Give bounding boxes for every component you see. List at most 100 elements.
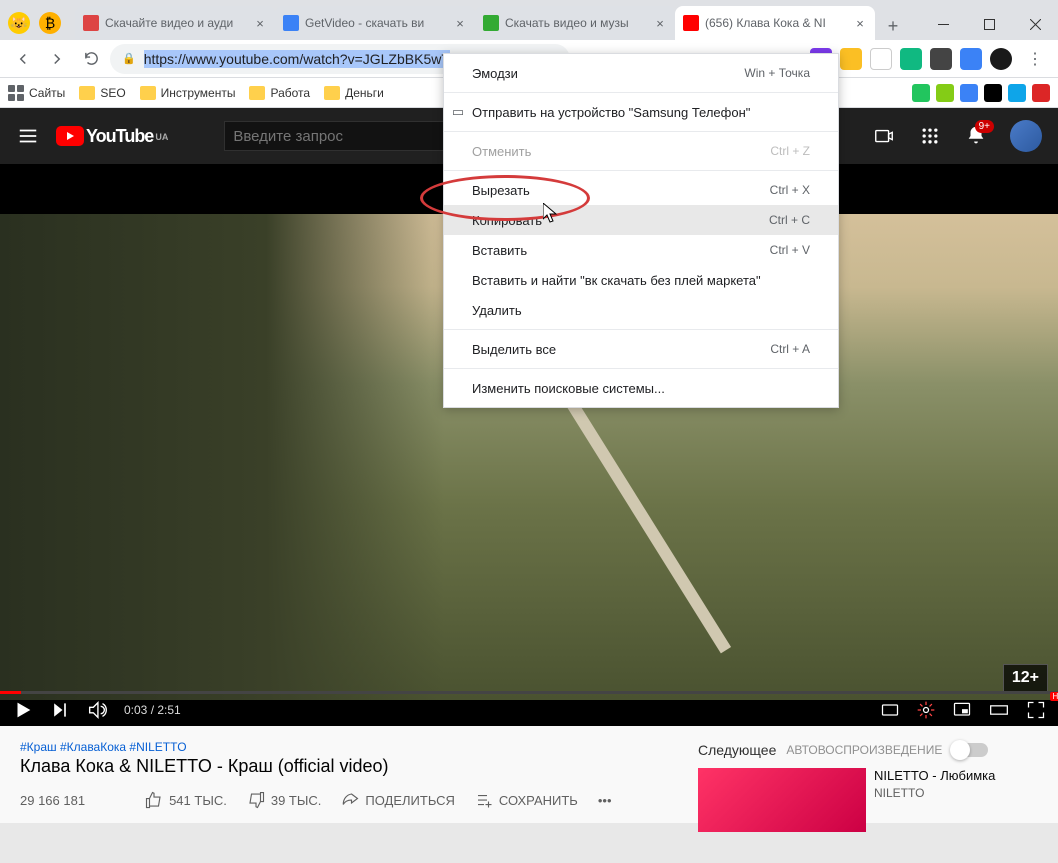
context-menu: Эмодзи Win + Точка ▭ Отправить на устрой… — [443, 53, 839, 408]
theater-icon[interactable] — [988, 700, 1010, 720]
menu-item-search-engines[interactable]: Изменить поисковые системы... — [444, 373, 838, 403]
bookmark-icon[interactable] — [936, 84, 954, 102]
bookmark-icon[interactable] — [1032, 84, 1050, 102]
folder-icon — [140, 86, 156, 100]
video-thumbnail — [698, 768, 866, 832]
browser-tab[interactable]: GetVideo - скачать ви × — [275, 6, 475, 40]
folder-icon — [249, 86, 265, 100]
close-icon[interactable]: × — [453, 16, 467, 30]
tab-title: GetVideo - скачать ви — [305, 16, 447, 30]
autoplay-label: АВТОВОСПРОИЗВЕДЕНИЕ — [786, 743, 942, 757]
chrome-menu-icon[interactable]: ⋮ — [1020, 44, 1050, 74]
bookmark-folder[interactable]: Деньги — [324, 86, 384, 100]
lock-icon: 🔒 — [122, 52, 136, 65]
profile-icon[interactable] — [990, 48, 1012, 70]
bookmark-icon[interactable] — [984, 84, 1002, 102]
next-video-title: NILETTO - Любимка — [874, 768, 995, 784]
browser-tab-active[interactable]: (656) Клава Кока & NI × — [675, 6, 875, 40]
bookmark-icon[interactable] — [1008, 84, 1026, 102]
pinned-icon[interactable]: 😺 — [8, 12, 30, 34]
menu-item-select-all[interactable]: Выделить все Ctrl + A — [444, 334, 838, 364]
up-next-heading: Следующее — [698, 742, 776, 758]
menu-item-paste-and-search[interactable]: Вставить и найти "вк скачать без плей ма… — [444, 265, 838, 295]
autoplay-toggle[interactable] — [952, 743, 988, 757]
apps-button[interactable]: Сайты — [8, 85, 65, 101]
back-button[interactable] — [8, 44, 38, 74]
menu-item-copy[interactable]: Копировать Ctrl + C — [444, 205, 838, 235]
url-text: https://www.youtube.com/watch?v=JGLZbBK5… — [144, 50, 450, 68]
new-tab-button[interactable]: + — [879, 12, 907, 40]
create-icon[interactable] — [872, 124, 896, 148]
tab-title: Скачать видео и музы — [505, 16, 647, 30]
youtube-brand-text: YouTube — [86, 126, 153, 147]
extension-icon[interactable] — [870, 48, 892, 70]
player-controls: 0:03 / 2:51 HD — [0, 694, 1058, 726]
menu-item-cut[interactable]: Вырезать Ctrl + X — [444, 175, 838, 205]
bookmark-folder[interactable]: Работа — [249, 86, 310, 100]
apps-label: Сайты — [29, 86, 65, 100]
browser-tab[interactable]: Скачайте видео и ауди × — [75, 6, 275, 40]
youtube-play-icon — [56, 126, 84, 146]
next-button[interactable] — [50, 700, 70, 720]
folder-icon — [324, 86, 340, 100]
bookmark-icon[interactable] — [960, 84, 978, 102]
close-icon[interactable]: × — [253, 16, 267, 30]
menu-item-emoji[interactable]: Эмодзи Win + Точка — [444, 58, 838, 88]
time-display: 0:03 / 2:51 — [124, 703, 181, 717]
forward-button[interactable] — [42, 44, 72, 74]
notification-badge: 9+ — [975, 120, 994, 133]
close-icon[interactable]: × — [853, 16, 867, 30]
share-button[interactable]: ПОДЕЛИТЬСЯ — [341, 791, 454, 809]
dislike-button[interactable]: 39 ТЫС. — [247, 791, 322, 809]
play-button[interactable] — [12, 699, 34, 721]
close-icon[interactable]: × — [653, 16, 667, 30]
tab-title: (656) Клава Кока & NI — [705, 16, 847, 30]
hamburger-icon[interactable] — [16, 124, 40, 148]
extension-area: ⋮ — [810, 44, 1050, 74]
extension-icon[interactable] — [960, 48, 982, 70]
browser-tab[interactable]: Скачать видео и музы × — [475, 6, 675, 40]
youtube-logo[interactable]: YouTube UA — [56, 126, 168, 147]
tab-favicon — [483, 15, 499, 31]
fullscreen-icon[interactable] — [1026, 700, 1046, 720]
tab-strip: Скачайте видео и ауди × GetVideo - скача… — [75, 6, 920, 40]
extensions-menu-icon[interactable] — [930, 48, 952, 70]
extension-icon[interactable] — [840, 48, 862, 70]
close-window-button[interactable] — [1012, 8, 1058, 40]
settings-icon[interactable]: HD — [916, 700, 936, 720]
device-icon: ▭ — [450, 104, 466, 120]
menu-item-undo: Отменить Ctrl + Z — [444, 136, 838, 166]
apps-icon — [8, 85, 24, 101]
apps-grid-icon[interactable] — [918, 124, 942, 148]
pinned-icon[interactable]: ₿ — [39, 12, 61, 34]
bookmark-icons-right — [912, 84, 1050, 102]
bookmark-icon[interactable] — [912, 84, 930, 102]
tab-title: Скачайте видео и ауди — [105, 16, 247, 30]
next-video-item[interactable]: NILETTO - Любимка NILETTO — [698, 768, 1038, 832]
miniplayer-icon[interactable] — [952, 700, 972, 720]
user-avatar[interactable] — [1010, 120, 1042, 152]
tab-favicon — [283, 15, 299, 31]
subtitles-icon[interactable] — [880, 700, 900, 720]
folder-icon — [79, 86, 95, 100]
bookmark-folder[interactable]: SEO — [79, 86, 125, 100]
maximize-button[interactable] — [966, 8, 1012, 40]
youtube-region: UA — [155, 132, 168, 142]
more-actions-button[interactable]: ••• — [598, 791, 612, 809]
save-button[interactable]: СОХРАНИТЬ — [475, 791, 578, 809]
minimize-button[interactable] — [920, 8, 966, 40]
menu-item-send-to-device[interactable]: ▭ Отправить на устройство "Samsung Телеф… — [444, 97, 838, 127]
up-next-section: Следующее АВТОВОСПРОИЗВЕДЕНИЕ NILETTO - … — [698, 742, 1038, 832]
reload-button[interactable] — [76, 44, 106, 74]
menu-item-delete[interactable]: Удалить — [444, 295, 838, 325]
pinned-tabs: 😺 ₿ — [0, 12, 69, 40]
notifications-icon[interactable]: 9+ — [964, 124, 988, 148]
youtube-header-right: 9+ — [872, 120, 1042, 152]
extension-icon[interactable] — [900, 48, 922, 70]
next-video-channel: NILETTO — [874, 786, 995, 800]
volume-icon[interactable] — [86, 699, 108, 721]
menu-item-paste[interactable]: Вставить Ctrl + V — [444, 235, 838, 265]
like-button[interactable]: 541 ТЫС. — [145, 791, 227, 809]
bookmark-folder[interactable]: Инструменты — [140, 86, 236, 100]
tab-favicon — [683, 15, 699, 31]
